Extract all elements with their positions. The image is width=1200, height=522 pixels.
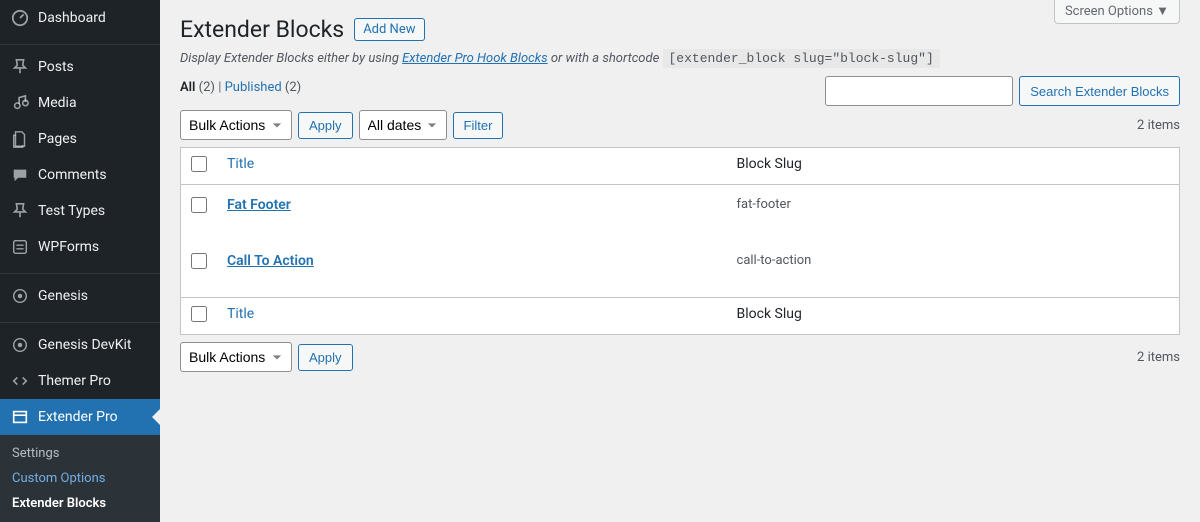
apply-bulk-button-bottom[interactable]: Apply (298, 344, 353, 371)
submenu-item-custom-options[interactable]: Custom Options (0, 466, 160, 491)
media-icon (10, 93, 30, 113)
menu-separator (0, 40, 160, 45)
sidebar-item-comments[interactable]: Comments (0, 157, 160, 193)
submenu-item-extender-blocks[interactable]: Extender Blocks (0, 491, 160, 516)
filter-published[interactable]: Published (2) (225, 80, 302, 95)
sidebar-item-extender-pro[interactable]: Extender Pro (0, 399, 160, 435)
admin-sidebar: Dashboard Posts Media Pages Comments Tes… (0, 0, 160, 507)
column-slug-footer: Block Slug (727, 297, 1179, 334)
subtitle-text: or with a shortcode (548, 51, 663, 66)
filter-all[interactable]: All (2) (180, 80, 215, 95)
sidebar-item-label: Genesis DevKit (38, 337, 132, 353)
item-count: 2 items (1137, 118, 1180, 133)
bulk-actions-select-bottom[interactable]: Bulk Actions (180, 342, 292, 372)
sidebar-item-posts[interactable]: Posts (0, 49, 160, 85)
submenu-item-settings[interactable]: Settings (0, 441, 160, 466)
menu-separator (0, 269, 160, 274)
table-row: Call To Action call-to-action (181, 241, 1179, 297)
date-filter-select[interactable]: All dates (359, 110, 447, 140)
genesis-icon (10, 286, 30, 306)
comment-icon (10, 165, 30, 185)
sidebar-item-genesis-devkit[interactable]: Genesis DevKit (0, 327, 160, 363)
search-box: Search Extender Blocks (825, 76, 1180, 106)
select-all-checkbox[interactable] (191, 156, 207, 172)
column-title[interactable]: Title (217, 148, 727, 185)
filter-button[interactable]: Filter (453, 112, 504, 139)
page-title: Extender Blocks Add New (180, 0, 1180, 47)
sidebar-item-wpforms[interactable]: WPForms (0, 229, 160, 265)
select-all-checkbox-footer[interactable] (191, 306, 207, 322)
bulk-actions-select[interactable]: Bulk Actions (180, 110, 292, 140)
sidebar-submenu: Settings Custom Options Extender Blocks (0, 435, 160, 522)
sidebar-item-label: Pages (38, 131, 77, 147)
page-subtitle: Display Extender Blocks either by using … (180, 51, 1180, 66)
add-new-button[interactable]: Add New (354, 18, 424, 41)
sidebar-item-pages[interactable]: Pages (0, 121, 160, 157)
item-count-bottom: 2 items (1137, 350, 1180, 365)
page-title-text: Extender Blocks (180, 16, 344, 43)
sidebar-item-themer-pro[interactable]: Themer Pro (0, 363, 160, 399)
dashboard-icon (10, 8, 30, 28)
page-icon (10, 129, 30, 149)
list-table: Title Block Slug Fat Footer fat-footer C… (180, 147, 1180, 335)
sidebar-item-label: Media (38, 95, 77, 111)
row-checkbox[interactable] (191, 253, 207, 269)
subtitle-text: Display Extender Blocks either by using (180, 51, 402, 66)
form-icon (10, 237, 30, 257)
apply-bulk-button[interactable]: Apply (298, 112, 353, 139)
pin-icon (10, 57, 30, 77)
column-title-footer[interactable]: Title (217, 297, 727, 334)
select-all-header (181, 148, 217, 185)
column-slug: Block Slug (727, 148, 1179, 185)
sidebar-item-dashboard[interactable]: Dashboard (0, 0, 160, 36)
row-title-link[interactable]: Call To Action (227, 253, 314, 269)
code-icon (10, 371, 30, 391)
subtitle-link[interactable]: Extender Pro Hook Blocks (402, 51, 548, 66)
menu-separator (0, 318, 160, 323)
row-checkbox[interactable] (191, 197, 207, 213)
search-button[interactable]: Search Extender Blocks (1019, 76, 1180, 106)
shortcode-example: [extender_block slug="block-slug"] (663, 49, 940, 68)
sidebar-item-label: Posts (38, 59, 74, 75)
sidebar-item-label: WPForms (38, 239, 99, 255)
genesis-icon (10, 335, 30, 355)
row-slug: call-to-action (727, 241, 1179, 297)
search-input[interactable] (825, 76, 1013, 106)
table-row: Fat Footer fat-footer (181, 185, 1179, 241)
tablenav-bottom: Bulk Actions Apply 2 items (180, 335, 1180, 379)
row-slug: fat-footer (727, 185, 1179, 241)
row-title-link[interactable]: Fat Footer (227, 197, 291, 213)
sidebar-item-label: Extender Pro (38, 409, 118, 425)
sidebar-item-test-types[interactable]: Test Types (0, 193, 160, 229)
sidebar-item-media[interactable]: Media (0, 85, 160, 121)
sidebar-item-label: Dashboard (38, 10, 106, 26)
sidebar-item-label: Themer Pro (38, 373, 111, 389)
sidebar-item-label: Comments (38, 167, 107, 183)
window-icon (10, 407, 30, 427)
screen-options-toggle[interactable]: Screen Options ▼ (1054, 0, 1180, 24)
sidebar-item-label: Genesis (38, 288, 88, 304)
tablenav-top: Bulk Actions Apply All dates Filter 2 it… (180, 103, 1180, 147)
main-content: Screen Options ▼ Extender Blocks Add New… (160, 0, 1200, 379)
sidebar-item-label: Test Types (38, 203, 105, 219)
pin-icon (10, 201, 30, 221)
sidebar-item-genesis[interactable]: Genesis (0, 278, 160, 314)
